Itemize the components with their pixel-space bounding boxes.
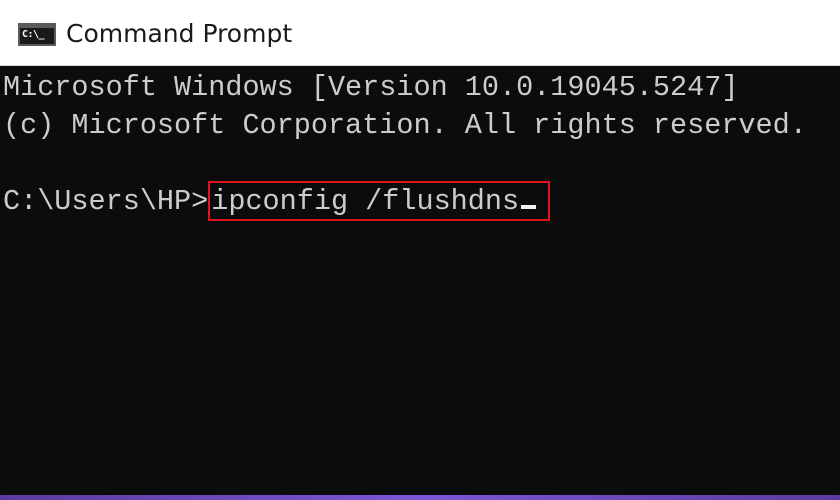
window-bottom-border bbox=[0, 495, 840, 500]
console-line-version: Microsoft Windows [Version 10.0.19045.52… bbox=[3, 71, 739, 104]
prompt-path: C:\Users\HP> bbox=[3, 185, 209, 218]
command-prompt-icon: C:\_ bbox=[18, 23, 56, 46]
highlighted-command-box: ipconfig /flushdns bbox=[208, 181, 551, 221]
window-title: Command Prompt bbox=[66, 19, 293, 48]
console-area[interactable]: Microsoft Windows [Version 10.0.19045.52… bbox=[0, 66, 840, 496]
command-prompt-window: C:\_ Command Prompt Microsoft Windows [V… bbox=[0, 0, 840, 500]
console-line-prompt: C:\Users\HP> ipconfig /flushdns bbox=[3, 181, 840, 221]
title-bar[interactable]: C:\_ Command Prompt bbox=[0, 0, 840, 66]
text-cursor bbox=[521, 205, 537, 209]
console-line-copyright: (c) Microsoft Corporation. All rights re… bbox=[3, 109, 807, 142]
command-text[interactable]: ipconfig /flushdns bbox=[211, 185, 519, 218]
